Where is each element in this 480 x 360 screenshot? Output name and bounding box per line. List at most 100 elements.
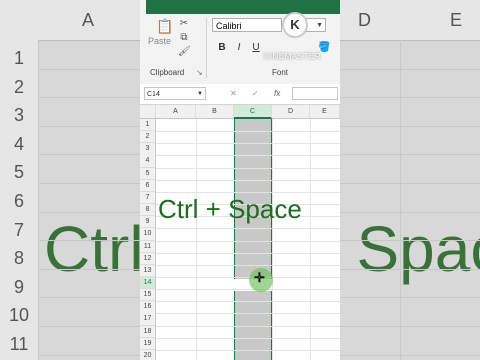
row-gridline [156, 289, 340, 291]
background-gridline [340, 297, 480, 299]
column-header-d[interactable]: D [272, 105, 310, 119]
clipboard-group-label: Clipboard [150, 68, 185, 77]
row-gridline [156, 228, 340, 230]
row-header[interactable]: 2 [140, 131, 156, 144]
row-header[interactable]: 8 [140, 204, 156, 217]
background-column-label: A [82, 10, 95, 30]
row-gridline [156, 131, 340, 133]
name-box[interactable]: C14 ▼ [144, 87, 206, 100]
row-header[interactable]: 13 [140, 264, 156, 278]
background-row-number: 1 [13, 48, 24, 68]
background-gridline [38, 97, 140, 99]
background-overlay-text: Ctrl + Space [340, 213, 480, 285]
copy-icon[interactable]: ⧉ [178, 32, 190, 44]
background-row-number: 6 [13, 191, 24, 211]
row-header[interactable]: 18 [140, 325, 156, 338]
row-gridline [156, 155, 340, 157]
shortcut-caption: Ctrl + Space [158, 194, 302, 224]
background-gridline [340, 326, 480, 327]
row-header[interactable]: 10 [140, 228, 156, 241]
format-painter-icon[interactable]: 🖌 [178, 46, 191, 58]
row-gridline [156, 276, 340, 278]
row-header[interactable]: 17 [140, 313, 156, 326]
background-gridline [340, 97, 480, 99]
background-row-number: 4 [13, 133, 24, 154]
row-header[interactable]: 5 [140, 167, 156, 180]
enter-icon[interactable]: ✓ [252, 87, 259, 100]
background-row-number: 10 [8, 305, 30, 326]
background-gridline [38, 40, 39, 360]
select-all-corner[interactable] [140, 105, 156, 119]
row-header[interactable]: 6 [140, 179, 156, 193]
row-gridline [156, 252, 340, 254]
cancel-icon[interactable]: ✕ [230, 87, 237, 100]
background-gridline [340, 125, 480, 127]
kinemaster-watermark: K KINEMASTER [264, 10, 334, 76]
row-header[interactable]: 9 [140, 216, 156, 229]
background-gridline [38, 154, 140, 156]
background-gridline [340, 211, 480, 213]
background-gridline [340, 240, 480, 242]
background-row-number: 8 [13, 248, 24, 269]
row-header[interactable]: 11 [140, 240, 156, 253]
row-gridline [156, 179, 340, 181]
background-gridline [38, 297, 140, 299]
cut-icon[interactable]: ✂ [178, 18, 190, 30]
paste-button[interactable]: Paste [148, 36, 171, 46]
column-header-a[interactable]: A [156, 105, 196, 119]
background-row-number: 3 [13, 105, 24, 126]
background-gridline [38, 326, 140, 327]
paste-icon[interactable]: 📋 [156, 19, 173, 36]
background-gridline [340, 354, 480, 356]
row-header[interactable]: 15 [140, 289, 156, 302]
kinemaster-logo-icon: K [282, 12, 308, 38]
underline-button[interactable]: U [250, 42, 262, 54]
background-gridline [340, 183, 480, 184]
row-header[interactable]: 14 [140, 276, 156, 290]
background-gridline [340, 68, 480, 70]
chevron-down-icon: ▼ [197, 91, 203, 97]
column-gridline [272, 119, 273, 360]
group-separator [206, 18, 207, 78]
background-gridline [38, 183, 140, 184]
name-box-value: C14 [147, 91, 160, 98]
row-header[interactable]: 4 [140, 155, 156, 168]
row-gridline [156, 325, 340, 327]
background-column-header: A [0, 0, 140, 41]
insert-function-button[interactable]: fx [274, 87, 280, 100]
background-sheet-left: A 1 2 3 4 5 6 7 8 9 10 11 Ctrl + Space [0, 0, 140, 360]
row-header[interactable]: 19 [140, 337, 156, 350]
excel-window: 📋 Paste ✂ ⧉ 🖌 Clipboard ↘ Calibri ▼ B I … [140, 0, 340, 360]
background-gridline [340, 268, 480, 270]
row-gridline [156, 313, 340, 315]
background-row-header: 1 2 3 4 5 6 7 8 9 10 11 [0, 40, 39, 360]
row-header[interactable]: 20 [140, 349, 156, 360]
row-gridline [156, 240, 340, 242]
column-gridline [310, 119, 311, 360]
cell-cursor-icon: ✛ [254, 270, 265, 285]
row-header[interactable]: 12 [140, 252, 156, 265]
column-header-b[interactable]: B [196, 105, 234, 119]
background-overlay-text: Ctrl + Space [44, 213, 140, 285]
row-header[interactable]: 3 [140, 143, 156, 156]
background-column-label: D [358, 10, 371, 30]
row-gridline [156, 349, 340, 351]
italic-button[interactable]: I [233, 42, 245, 54]
row-gridline [156, 264, 340, 266]
formula-input[interactable] [292, 87, 338, 100]
background-gridline [38, 68, 140, 70]
row-header[interactable]: 7 [140, 191, 156, 205]
background-gridline [38, 125, 140, 127]
background-row-number: 2 [13, 76, 24, 97]
row-header[interactable]: 1 [140, 119, 156, 132]
background-gridline [38, 211, 140, 213]
row-gridline [156, 143, 340, 145]
column-header-e[interactable]: E [310, 105, 340, 119]
background-row-number: 11 [9, 334, 29, 354]
bold-button[interactable]: B [216, 42, 228, 54]
row-header[interactable]: 16 [140, 301, 156, 314]
background-row-number: 9 [13, 276, 24, 297]
clipboard-launcher-icon[interactable]: ↘ [196, 68, 203, 77]
background-row-number: 7 [13, 219, 24, 240]
column-header-c[interactable]: C [234, 105, 272, 119]
